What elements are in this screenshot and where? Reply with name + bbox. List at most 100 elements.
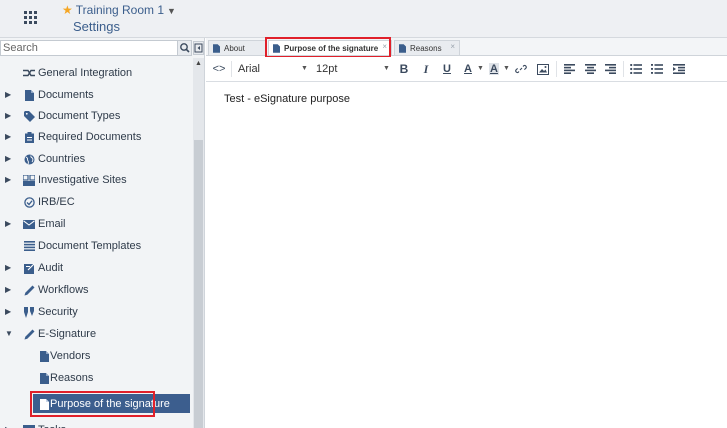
link-button[interactable] <box>514 62 528 76</box>
list-icon <box>23 240 35 252</box>
tree-item-label: Document Types <box>38 110 121 122</box>
security-icon <box>23 306 35 318</box>
tree-item-label: Vendors <box>50 350 91 362</box>
tree-item-purpose-of-the-signature[interactable]: Purpose of the signature <box>33 394 190 413</box>
tree-item-general-integration[interactable]: General Integration <box>0 63 193 83</box>
highlight-color-label: A <box>489 63 499 75</box>
tree-item-label: Documents <box>38 89 94 101</box>
collapse-left-icon <box>194 43 203 53</box>
tree-item-audit[interactable]: ▶ Audit <box>0 258 193 278</box>
expand-arrow-icon[interactable]: ▶ <box>5 285 11 294</box>
editor-toolbar: <> Arial ▼ 12pt ▼ B I U A ▼ A ▼ <box>206 57 727 82</box>
tab-label: About <box>224 43 245 53</box>
tree-item-label: Email <box>38 218 66 230</box>
app-grid-icon[interactable] <box>22 9 38 25</box>
image-icon <box>537 63 549 75</box>
tree-item-label: Purpose of the signature <box>50 398 170 410</box>
scroll-up-icon[interactable]: ▲ <box>195 60 202 67</box>
document-icon <box>38 372 50 384</box>
chevron-down-icon: ▼ <box>301 65 308 72</box>
document-icon <box>273 43 280 53</box>
star-icon: ★ <box>62 3 73 17</box>
highlight-color-button[interactable]: A <box>488 62 500 76</box>
chevron-down-icon: ▼ <box>167 6 176 16</box>
search-input[interactable] <box>1 41 173 55</box>
expanded-arrow-icon[interactable]: ▼ <box>5 329 13 338</box>
tree-item-label: Document Templates <box>38 240 142 252</box>
indent-button[interactable] <box>672 62 685 76</box>
search-button[interactable] <box>177 41 191 55</box>
document-icon <box>399 43 406 53</box>
check-circle-icon <box>23 196 35 208</box>
numbered-list-button[interactable] <box>650 62 663 76</box>
tree-item-workflows[interactable]: ▶ Workflows <box>0 280 193 300</box>
close-tab-icon[interactable]: × <box>450 42 455 51</box>
page-title: Settings <box>73 19 120 34</box>
font-size-select[interactable]: 12pt <box>316 63 337 75</box>
editor-content[interactable]: Test - eSignature purpose <box>224 93 350 105</box>
expand-arrow-icon[interactable]: ▶ <box>5 90 11 99</box>
text-color-button[interactable]: A <box>462 62 474 76</box>
align-center-icon <box>585 64 596 74</box>
tab-purpose-of-the-signature[interactable]: Purpose of the signature × <box>268 40 392 55</box>
expand-arrow-icon[interactable]: ▶ <box>5 111 11 120</box>
tree-item-label: Countries <box>38 153 86 165</box>
tab-bar: About Purpose of the signature × Reasons × <box>206 38 727 56</box>
room-selector[interactable]: ★ Training Room 1 ▼ <box>62 3 176 17</box>
document-icon <box>38 350 50 362</box>
integration-icon <box>23 67 35 79</box>
numbered-list-icon <box>650 64 663 74</box>
tree-item-security[interactable]: ▶ Security <box>0 302 193 322</box>
settings-sidebar: ▲ General Integration ▶ Documents ▶ Document… <box>0 38 205 428</box>
tree-item-label: Investigative Sites <box>38 174 127 186</box>
search-box <box>0 40 192 56</box>
italic-button[interactable]: I <box>420 62 432 76</box>
bullet-list-icon <box>629 64 642 74</box>
tree-item-document-templates[interactable]: Document Templates <box>0 236 193 256</box>
tree-item-label: Required Documents <box>38 131 142 143</box>
underline-button[interactable]: U <box>441 62 453 76</box>
tree-item-label: IRB/EC <box>38 196 75 208</box>
tree-item-email[interactable]: ▶ Email <box>0 214 193 234</box>
tree-item-irb-ec[interactable]: IRB/EC <box>0 192 193 212</box>
expand-arrow-icon[interactable]: ▶ <box>5 154 11 163</box>
audit-icon <box>23 262 35 274</box>
tree-item-tasks[interactable]: ▶Tasks <box>0 420 193 428</box>
align-right-button[interactable] <box>604 62 617 76</box>
room-name: Training Room 1 <box>75 3 165 17</box>
expand-arrow-icon[interactable]: ▶ <box>5 263 11 272</box>
bold-button[interactable]: B <box>398 62 410 76</box>
bullet-list-button[interactable] <box>629 62 642 76</box>
expand-arrow-icon[interactable]: ▶ <box>5 219 11 228</box>
chevron-down-icon: ▼ <box>477 65 484 72</box>
tree-item-investigative-sites[interactable]: ▶ Investigative Sites <box>0 170 193 190</box>
tab-label: Purpose of the signature <box>284 43 379 53</box>
tree-item-label: Security <box>38 306 78 318</box>
tree-item-label: General Integration <box>38 67 133 79</box>
tree-item-e-signature[interactable]: ▼ E-Signature <box>0 324 193 344</box>
tab-reasons[interactable]: Reasons × <box>394 40 460 55</box>
tree-item-reasons[interactable]: Reasons <box>0 368 193 388</box>
close-tab-icon[interactable]: × <box>382 42 387 51</box>
expand-arrow-icon[interactable]: ▶ <box>5 307 11 316</box>
expand-arrow-icon[interactable]: ▶ <box>5 175 11 184</box>
scrollbar-thumb[interactable] <box>194 140 203 428</box>
tree-item-required-documents[interactable]: ▶ Required Documents <box>0 127 193 147</box>
align-left-button[interactable] <box>563 62 576 76</box>
tree-item-document-types[interactable]: ▶ Document Types <box>0 106 193 126</box>
source-code-button[interactable]: <> <box>212 62 226 76</box>
font-family-select[interactable]: Arial <box>238 63 260 75</box>
table-icon <box>23 424 35 428</box>
tree-item-documents[interactable]: ▶ Documents <box>0 85 193 105</box>
collapse-sidebar-button[interactable] <box>193 41 204 55</box>
align-left-icon <box>564 64 575 74</box>
expand-arrow-icon[interactable]: ▶ <box>5 132 11 141</box>
align-center-button[interactable] <box>584 62 597 76</box>
tree-item-vendors[interactable]: Vendors <box>0 346 193 366</box>
sites-icon <box>23 174 35 186</box>
tree-item-countries[interactable]: ▶ Countries <box>0 149 193 169</box>
editor-area[interactable]: Test - eSignature purpose <box>206 83 727 428</box>
globe-icon <box>23 153 35 165</box>
image-button[interactable] <box>536 62 550 76</box>
tab-about[interactable]: About <box>208 40 266 55</box>
